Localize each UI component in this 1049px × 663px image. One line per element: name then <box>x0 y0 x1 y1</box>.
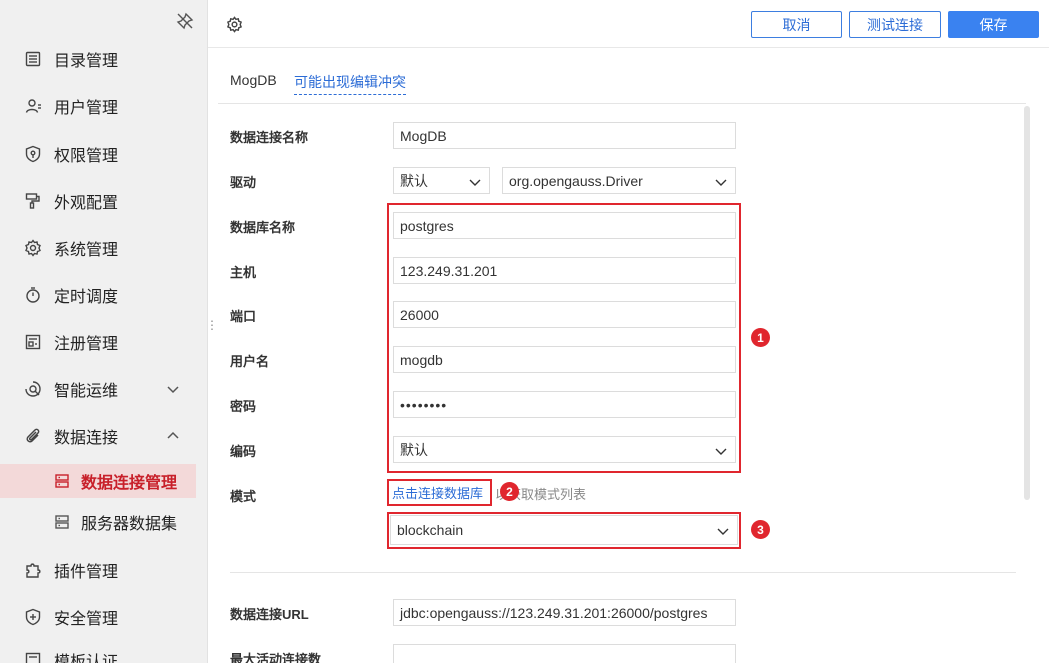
section-divider <box>230 572 1016 573</box>
sidebar-item-label: 数据连接 <box>54 430 119 447</box>
sidebar-item-label: 智能运维 <box>54 383 119 400</box>
stopwatch-icon <box>24 286 42 304</box>
sidebar-item-label: 数据连接管理 <box>81 475 178 492</box>
cancel-button[interactable]: 取消 <box>751 11 842 38</box>
encoding-label: 编码 <box>230 444 257 459</box>
sidebar-item-label: 服务器数据集 <box>81 516 178 533</box>
annotation-badge-1: 1 <box>751 328 770 347</box>
schema-label: 模式 <box>230 489 257 504</box>
unpin-icon[interactable] <box>176 12 194 30</box>
connect-database-link-text: 点击连接数据库 <box>392 486 484 501</box>
annotation-box-1 <box>387 203 741 473</box>
connection-form-panel: MogDB 可能出现编辑冲突 数据连接名称 MogDB 驱动 默认 org.op… <box>218 58 1040 663</box>
annotation-badge-3: 3 <box>751 520 770 539</box>
shield-key-icon <box>24 145 42 163</box>
edit-conflict-notice[interactable]: 可能出现编辑冲突 <box>294 72 406 95</box>
sidebar-item-label: 权限管理 <box>54 148 119 165</box>
sidebar-item-templates[interactable]: 模板认证 <box>0 640 207 663</box>
test-connection-button[interactable]: 测试连接 <box>849 11 941 38</box>
server-icon <box>54 514 70 530</box>
db-name-label: 数据库名称 <box>230 220 296 235</box>
driver-mode-select[interactable]: 默认 <box>393 167 490 194</box>
host-label: 主机 <box>230 265 257 280</box>
max-connections-input[interactable] <box>393 644 736 663</box>
max-connections-label: 最大活动连接数 <box>230 652 322 663</box>
chevron-up-icon <box>166 429 180 443</box>
sidebar-subitem-data-connection-management[interactable]: 数据连接管理 <box>0 464 196 498</box>
annotation-box-3 <box>387 512 741 549</box>
sidebar-subitem-server-dataset[interactable]: 服务器数据集 <box>0 505 196 539</box>
sidebar-item-plugins[interactable]: 插件管理 <box>0 550 207 590</box>
gear-icon <box>24 239 42 257</box>
annotation-badge-2: 2 <box>500 482 519 501</box>
sidebar-item-appearance[interactable]: 外观配置 <box>0 181 207 221</box>
sidebar-item-label: 插件管理 <box>54 564 119 581</box>
gear-icon[interactable] <box>226 16 243 33</box>
chevron-down-icon <box>166 382 180 396</box>
conn-name-label: 数据连接名称 <box>230 130 309 145</box>
sidebar-item-schedule[interactable]: 定时调度 <box>0 275 207 315</box>
conn-name-input[interactable]: MogDB <box>393 122 736 149</box>
sidebar-item-system[interactable]: 系统管理 <box>0 228 207 268</box>
sidebar-item-label: 外观配置 <box>54 195 119 212</box>
scrollbar[interactable] <box>1024 106 1030 500</box>
paperclip-icon <box>24 427 42 445</box>
paint-roller-icon <box>24 192 42 210</box>
chevron-down-icon <box>469 175 481 187</box>
register-icon <box>24 333 42 351</box>
sidebar-resize-handle[interactable]: ⋮⋮ <box>206 319 231 340</box>
shield-plus-icon <box>24 608 42 626</box>
sidebar-item-label: 注册管理 <box>54 336 119 353</box>
sidebar-item-permissions[interactable]: 权限管理 <box>0 134 207 174</box>
template-icon <box>24 651 42 663</box>
url-label: 数据连接URL <box>230 607 309 622</box>
url-input[interactable]: jdbc:opengauss://123.249.31.201:26000/po… <box>393 599 736 626</box>
list-icon <box>24 50 42 68</box>
sidebar-item-data-connection[interactable]: 数据连接 <box>0 416 207 456</box>
driver-mode-value: 默认 <box>400 172 428 189</box>
user-icon <box>24 97 42 115</box>
toolbar: 取消 测试连接 保存 <box>208 0 1049 48</box>
tab-db-name[interactable]: MogDB <box>230 72 277 88</box>
sidebar-item-label: 安全管理 <box>54 611 119 628</box>
driver-class-select[interactable]: org.opengauss.Driver <box>502 167 736 194</box>
driver-class-value: org.opengauss.Driver <box>509 172 643 189</box>
sidebar-item-smart-ops[interactable]: 智能运维 <box>0 369 207 409</box>
driver-label: 驱动 <box>230 175 257 190</box>
sidebar: 目录管理 用户管理 权限管理 外观配置 系统管理 定时调度 注册管理 智能运维 … <box>0 0 208 663</box>
port-label: 端口 <box>230 309 257 324</box>
sidebar-item-label: 用户管理 <box>54 100 119 117</box>
conn-name-value: MogDB <box>400 127 447 144</box>
sidebar-item-label: 模板认证 <box>54 654 119 663</box>
username-label: 用户名 <box>230 354 270 369</box>
sidebar-item-users[interactable]: 用户管理 <box>0 86 207 126</box>
sidebar-item-label: 定时调度 <box>54 289 119 306</box>
sidebar-item-label: 系统管理 <box>54 242 119 259</box>
server-icon <box>54 473 70 489</box>
sidebar-item-registration[interactable]: 注册管理 <box>0 322 207 362</box>
tab-bar: MogDB 可能出现编辑冲突 <box>218 58 1026 104</box>
chevron-down-icon <box>715 175 727 187</box>
ops-icon <box>24 380 42 398</box>
puzzle-icon <box>24 561 42 579</box>
connect-database-link[interactable]: 点击连接数据库 <box>387 479 492 506</box>
save-button[interactable]: 保存 <box>948 11 1039 38</box>
sidebar-item-security[interactable]: 安全管理 <box>0 597 207 637</box>
sidebar-item-label: 目录管理 <box>54 53 119 70</box>
password-label: 密码 <box>230 399 257 414</box>
sidebar-item-catalog[interactable]: 目录管理 <box>0 39 207 79</box>
url-value: jdbc:opengauss://123.249.31.201:26000/po… <box>400 604 708 621</box>
